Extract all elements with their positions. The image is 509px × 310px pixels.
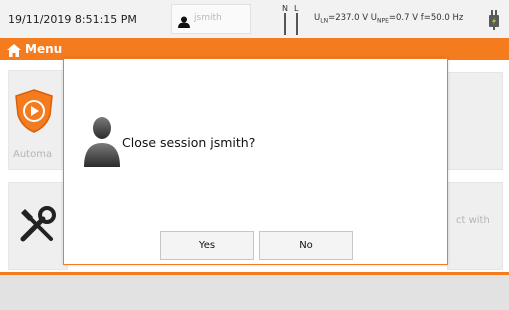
auto-measurement-tile[interactable]: Automa bbox=[8, 70, 68, 170]
datetime: 19/11/2019 8:51:15 PM bbox=[8, 13, 137, 26]
user-name: jsmith bbox=[194, 13, 222, 23]
dialog-message: Close session jsmith? bbox=[122, 135, 256, 150]
indicator-n-bar bbox=[284, 13, 286, 35]
footer-bar bbox=[0, 275, 509, 310]
menu-title: Menu bbox=[25, 42, 63, 56]
user-silhouette-icon bbox=[84, 115, 120, 171]
auto-tile-label: Automa bbox=[13, 149, 53, 160]
u-ln-value: =237.0 V bbox=[328, 13, 369, 23]
yes-button[interactable]: Yes bbox=[160, 231, 254, 260]
right-tile-bottom[interactable]: ct with bbox=[447, 182, 503, 270]
user-icon bbox=[178, 13, 190, 32]
u-npe-sub: NPE bbox=[377, 17, 389, 25]
no-button[interactable]: No bbox=[259, 231, 353, 260]
auto-shield-icon bbox=[14, 89, 54, 137]
indicator-n: N bbox=[282, 4, 288, 13]
settings-tile[interactable] bbox=[8, 182, 68, 270]
menu-bar: Menu bbox=[0, 38, 509, 60]
tools-icon bbox=[17, 205, 57, 249]
right-tile-top[interactable] bbox=[447, 72, 503, 170]
nl-indicator: N L bbox=[280, 4, 304, 36]
right-tile-label: ct with bbox=[456, 215, 490, 226]
measurements-readout: ULN=237.0 V UNPE=0.7 V f=50.0 Hz bbox=[314, 13, 463, 25]
home-icon[interactable] bbox=[7, 42, 21, 61]
u-ln-sub: LN bbox=[320, 17, 329, 25]
indicator-l-bar bbox=[296, 13, 298, 35]
user-box[interactable]: jsmith bbox=[171, 4, 251, 34]
close-session-dialog: Close session jsmith? Yes No bbox=[63, 58, 448, 265]
frequency-value: f=50.0 Hz bbox=[418, 13, 464, 23]
indicator-l: L bbox=[294, 4, 299, 13]
status-bar: 19/11/2019 8:51:15 PM jsmith N L ULN=237… bbox=[0, 0, 509, 38]
u-npe-value: =0.7 V bbox=[388, 13, 419, 23]
plug-icon bbox=[486, 8, 502, 34]
u-npe-label: U bbox=[368, 13, 377, 23]
